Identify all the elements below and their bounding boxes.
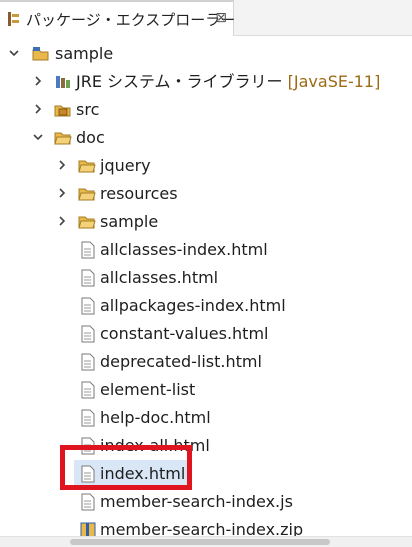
tree-item-label: JRE システム・ライブラリー [JavaSE-11]: [76, 71, 380, 93]
package-explorer-icon: [6, 11, 20, 27]
package-explorer-tab[interactable]: パッケージ・エクスプローラー ⊠: [0, 0, 236, 36]
file-icon: [80, 269, 98, 287]
tree-item-file[interactable]: index-all.html: [0, 432, 412, 460]
horizontal-scrollbar[interactable]: [0, 536, 412, 547]
tree-item-src[interactable]: src: [0, 96, 412, 124]
tree-item-file[interactable]: allclasses.html: [0, 264, 412, 292]
tree-item-label: allclasses-index.html: [100, 240, 268, 259]
chevron-right-icon[interactable]: [56, 187, 68, 199]
file-icon: [80, 241, 98, 259]
tree-item-file[interactable]: allclasses-index.html: [0, 236, 412, 264]
file-icon: [80, 325, 98, 343]
close-icon[interactable]: ⊠: [215, 10, 227, 26]
tree-item-file[interactable]: help-doc.html: [0, 404, 412, 432]
file-icon: [80, 381, 98, 399]
file-icon: [80, 409, 98, 427]
file-icon: [80, 297, 98, 315]
tab-title: パッケージ・エクスプローラー: [26, 10, 236, 29]
tree-item-file[interactable]: element-list: [0, 376, 412, 404]
jre-version-decoration: [JavaSE-11]: [287, 72, 381, 91]
chevron-right-icon[interactable]: [56, 215, 68, 227]
project-folder-icon: [32, 45, 50, 63]
file-icon: [80, 465, 98, 483]
tree-item-label: allclasses.html: [100, 268, 219, 287]
folder-icon: [78, 185, 96, 203]
tree-item-file[interactable]: allpackages-index.html: [0, 292, 412, 320]
library-icon: [54, 73, 72, 91]
tree-item-file-selected[interactable]: index.html: [0, 460, 412, 488]
package-explorer-tree: sample JRE システム・ライブラリー [JavaSE-11] src d…: [0, 36, 412, 536]
file-icon: [80, 493, 98, 511]
tree-item-label: sample: [55, 44, 114, 63]
tree-item-folder-sample[interactable]: sample: [0, 208, 412, 236]
view-tab-bar: パッケージ・エクスプローラー ⊠: [0, 0, 412, 36]
file-icon: [80, 437, 98, 455]
tree-item-label: member-search-index.js: [100, 492, 293, 511]
tree-item-label: jquery: [100, 156, 151, 175]
tree-item-label: index-all.html: [100, 436, 210, 455]
tree-item-jre-library[interactable]: JRE システム・ライブラリー [JavaSE-11]: [0, 68, 412, 96]
zip-file-icon: [80, 521, 98, 536]
chevron-down-icon[interactable]: [8, 47, 20, 59]
folder-icon: [78, 213, 96, 231]
chevron-right-icon[interactable]: [32, 103, 44, 115]
chevron-right-icon[interactable]: [32, 75, 44, 87]
tree-item-label: src: [76, 100, 100, 119]
file-icon: [80, 353, 98, 371]
tree-item-file[interactable]: constant-values.html: [0, 320, 412, 348]
tree-item-label: index.html: [100, 464, 186, 483]
tree-item-folder-resources[interactable]: resources: [0, 180, 412, 208]
tree-item-label: doc: [76, 128, 105, 147]
tree-item-label: sample: [100, 212, 159, 231]
jre-label: JRE システム・ライブラリー: [76, 72, 283, 91]
tree-item-label: allpackages-index.html: [100, 296, 286, 315]
tree-item-label: element-list: [100, 380, 196, 399]
tree-item-label: constant-values.html: [100, 324, 269, 343]
tree-item-folder-jquery[interactable]: jquery: [0, 152, 412, 180]
source-folder-icon: [54, 101, 72, 119]
tree-item-doc[interactable]: doc: [0, 124, 412, 152]
chevron-right-icon[interactable]: [56, 159, 68, 171]
chevron-down-icon[interactable]: [32, 131, 44, 143]
tree-item-file[interactable]: member-search-index.js: [0, 488, 412, 516]
tree-item-label: help-doc.html: [100, 408, 211, 427]
tree-item-label: member-search-index.zip: [100, 520, 304, 536]
tree-item-file[interactable]: deprecated-list.html: [0, 348, 412, 376]
folder-icon: [78, 157, 96, 175]
scrollbar-thumb[interactable]: [70, 539, 330, 545]
tree-item-project-sample[interactable]: sample: [0, 40, 412, 68]
open-folder-icon: [54, 129, 72, 147]
tree-item-label: deprecated-list.html: [100, 352, 262, 371]
tree-item-label: resources: [100, 184, 178, 203]
tree-item-file[interactable]: member-search-index.zip: [0, 516, 412, 536]
